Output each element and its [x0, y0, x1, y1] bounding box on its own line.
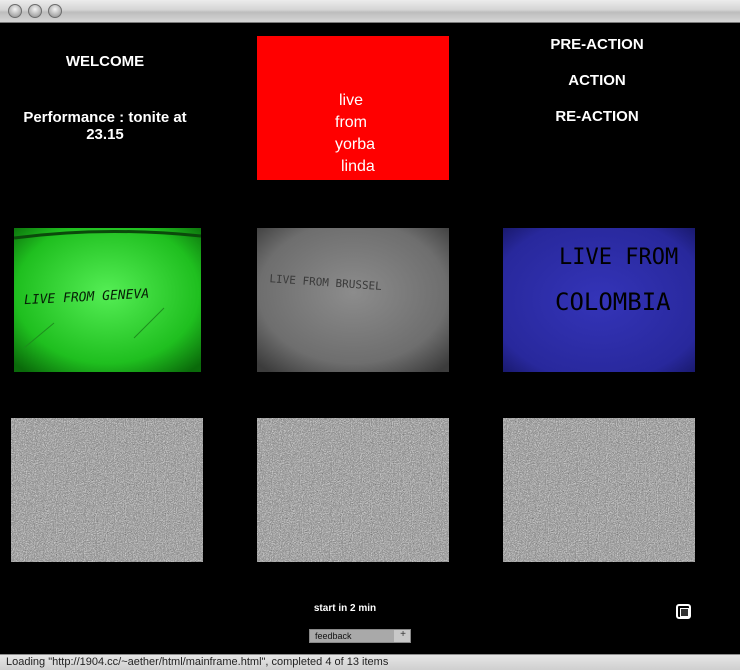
- close-icon[interactable]: [8, 4, 22, 18]
- start-countdown: start in 2 min: [313, 603, 377, 614]
- feedback-input[interactable]: feedback: [310, 630, 394, 642]
- video-static-3[interactable]: [503, 418, 695, 562]
- colombia-line-2: COLOMBIA: [555, 288, 671, 316]
- welcome-heading: WELCOME: [65, 53, 145, 70]
- red-line-4: linda: [341, 158, 375, 175]
- colombia-line-1: LIVE FROM: [559, 245, 678, 270]
- video-static-1[interactable]: [11, 418, 203, 562]
- main-content: WELCOME Performance : tonite at 23.15 li…: [0, 23, 740, 654]
- status-bar: Loading "http://1904.cc/~aether/html/mai…: [0, 654, 740, 670]
- performance-text: Performance : tonite at 23.15: [10, 109, 200, 143]
- menu-re-action[interactable]: RE-ACTION: [527, 108, 667, 125]
- fullscreen-icon[interactable]: [676, 604, 691, 619]
- video-static-2[interactable]: [257, 418, 449, 562]
- performance-line-2: 23.15: [86, 126, 124, 143]
- zoom-icon[interactable]: [48, 4, 62, 18]
- performance-line-1: Performance : tonite at: [23, 109, 187, 126]
- red-line-2: from: [335, 114, 367, 131]
- window-titlebar: [0, 0, 740, 23]
- video-brussel[interactable]: LIVE FROM BRUSSEL: [257, 228, 449, 372]
- menu-action[interactable]: ACTION: [527, 72, 667, 89]
- live-yorba-linda-box: live from yorba linda: [257, 36, 449, 180]
- minimize-icon[interactable]: [28, 4, 42, 18]
- red-line-1: live: [339, 92, 364, 109]
- red-line-3: yorba: [335, 136, 376, 153]
- feedback-field[interactable]: feedback +: [309, 629, 411, 643]
- feedback-submit-button[interactable]: +: [396, 629, 410, 641]
- video-colombia[interactable]: LIVE FROM COLOMBIA: [503, 228, 695, 372]
- video-geneva[interactable]: LIVE FROM GENEVA: [14, 228, 201, 372]
- menu-pre-action[interactable]: PRE-ACTION: [527, 36, 667, 53]
